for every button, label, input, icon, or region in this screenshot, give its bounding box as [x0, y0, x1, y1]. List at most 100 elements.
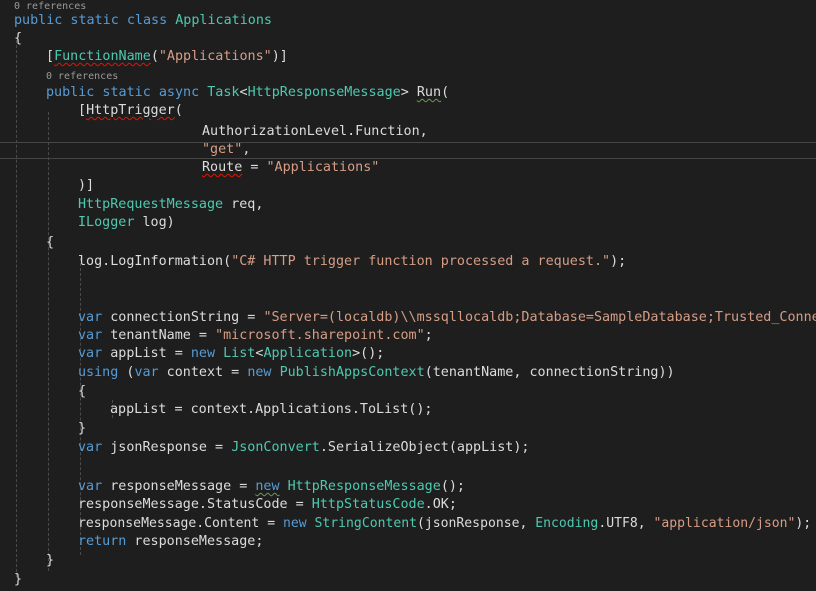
keyword-token: new: [190, 346, 216, 361]
code-token: responseMessage.Content =: [78, 516, 283, 531]
code-line: return responseMessage;: [78, 533, 263, 551]
comma-token: ,: [242, 142, 251, 157]
code-token: >();: [352, 346, 385, 361]
brace-token: }: [14, 572, 23, 587]
code-line: public static class Applications: [14, 12, 272, 30]
code-line: responseMessage.Content = new StringCont…: [78, 515, 811, 533]
type-token: Encoding: [535, 516, 599, 531]
code-token: );: [795, 516, 812, 531]
code-line: var jsonResponse = JsonConvert.Serialize…: [78, 439, 529, 457]
code-token: .UTF8,: [598, 516, 654, 531]
paren-token: (: [441, 85, 450, 100]
keyword-token: var: [78, 346, 103, 361]
type-token: HttpRequestMessage: [78, 197, 224, 212]
code-token: .OK;: [424, 497, 457, 512]
code-line: }: [78, 420, 86, 438]
attribute-token: HttpTrigger: [86, 103, 175, 118]
brace-token: {: [46, 235, 55, 250]
code-line: var responseMessage = new HttpResponseMe…: [78, 478, 465, 496]
indent-guide: [16, 40, 17, 577]
code-line: }: [14, 571, 22, 589]
code-line: [HttpTrigger(: [78, 102, 183, 120]
code-line: appList = context.Applications.ToList();: [110, 401, 432, 419]
bracket-token: [: [46, 49, 55, 64]
code-token: log): [134, 215, 175, 230]
code-line: responseMessage.StatusCode = HttpStatusC…: [78, 496, 457, 514]
code-token: connectionString =: [102, 310, 264, 325]
keyword-token: new: [247, 365, 272, 380]
codelens-method-references[interactable]: 0 references: [46, 70, 118, 83]
string-token: "Applications": [158, 49, 272, 64]
brace-token: }: [46, 553, 55, 568]
code-token: responseMessage =: [102, 479, 256, 494]
string-token: "Server=(localdb)\\mssqllocaldb;Database…: [263, 310, 816, 325]
code-line: log.LogInformation("C# HTTP trigger func…: [78, 253, 626, 271]
code-token: );: [610, 254, 627, 269]
string-token: "microsoft.sharepoint.com": [215, 328, 425, 343]
keyword-token: new: [282, 516, 307, 531]
code-token: (tenantName, connectionString)): [424, 365, 675, 380]
type-token: List: [223, 346, 256, 361]
paren-token: (: [174, 103, 183, 118]
identifier-token: Route: [202, 160, 243, 175]
code-token: req,: [223, 197, 264, 212]
code-line: HttpRequestMessage req,: [78, 196, 263, 214]
code-token: appList =: [102, 346, 191, 361]
brace-token: {: [14, 31, 23, 46]
bracket-token: )]: [271, 49, 288, 64]
type-token: Application: [263, 346, 353, 361]
code-line: {: [14, 30, 22, 48]
code-token: AuthorizationLevel.Function,: [202, 124, 428, 139]
code-token: )]: [78, 178, 95, 193]
type-token: ILogger: [78, 215, 135, 230]
type-token: PublishAppsContext: [279, 365, 425, 380]
code-token: .SerializeObject(appList);: [319, 440, 530, 455]
attribute-token: FunctionName: [54, 49, 151, 64]
code-line: AuthorizationLevel.Function,: [202, 123, 428, 141]
keyword-token: var: [78, 328, 103, 343]
keyword-token: public static class: [14, 13, 168, 28]
bracket-token: [: [78, 103, 87, 118]
type-token: Task: [207, 85, 240, 100]
keyword-token: var: [78, 479, 103, 494]
type-token: StringContent: [314, 516, 417, 531]
operator-token: =: [242, 160, 267, 175]
keyword-token: return: [78, 534, 127, 549]
type-token: HttpResponseMessage: [287, 479, 441, 494]
code-line: "get",: [202, 141, 250, 159]
paren-token: (: [150, 49, 159, 64]
code-token: appList = context.Applications.ToList();: [110, 402, 433, 417]
code-editor[interactable]: 0 references public static class Applica…: [0, 0, 816, 591]
code-line: public static async Task<HttpResponseMes…: [46, 84, 449, 102]
brace-token: {: [78, 384, 87, 399]
string-token: "get": [202, 142, 243, 157]
code-token: tenantName =: [102, 328, 216, 343]
class-name-token: Applications: [175, 13, 272, 28]
type-token: HttpStatusCode: [311, 497, 425, 512]
code-line: var appList = new List<Application>();: [78, 345, 384, 363]
current-line-highlight: [0, 142, 816, 143]
code-line: {: [78, 383, 86, 401]
paren-token: (: [118, 365, 135, 380]
code-line: {: [46, 234, 54, 252]
code-line: }: [46, 552, 54, 570]
code-token: (jsonResponse,: [417, 516, 536, 531]
code-line: using (var context = new PublishAppsCont…: [78, 364, 675, 382]
code-line: [FunctionName("Applications")]: [46, 48, 288, 66]
string-token: "Applications": [266, 160, 380, 175]
indent-guide: [48, 112, 49, 571]
code-token: log.LogInformation(: [78, 254, 232, 269]
code-token: context =: [158, 365, 248, 380]
keyword-token: new: [255, 479, 280, 494]
angle-token: <: [239, 85, 248, 100]
keyword-token: var: [78, 440, 103, 455]
code-token: responseMessage.StatusCode =: [78, 497, 312, 512]
string-token: "application/json": [653, 516, 796, 531]
method-name-token: Run: [416, 85, 442, 100]
keyword-token: var: [134, 365, 159, 380]
keyword-token: using: [78, 365, 119, 380]
code-line: ILogger log): [78, 214, 175, 232]
code-token: ();: [440, 479, 465, 494]
code-line: )]: [78, 177, 94, 195]
code-token: jsonResponse =: [102, 440, 232, 455]
